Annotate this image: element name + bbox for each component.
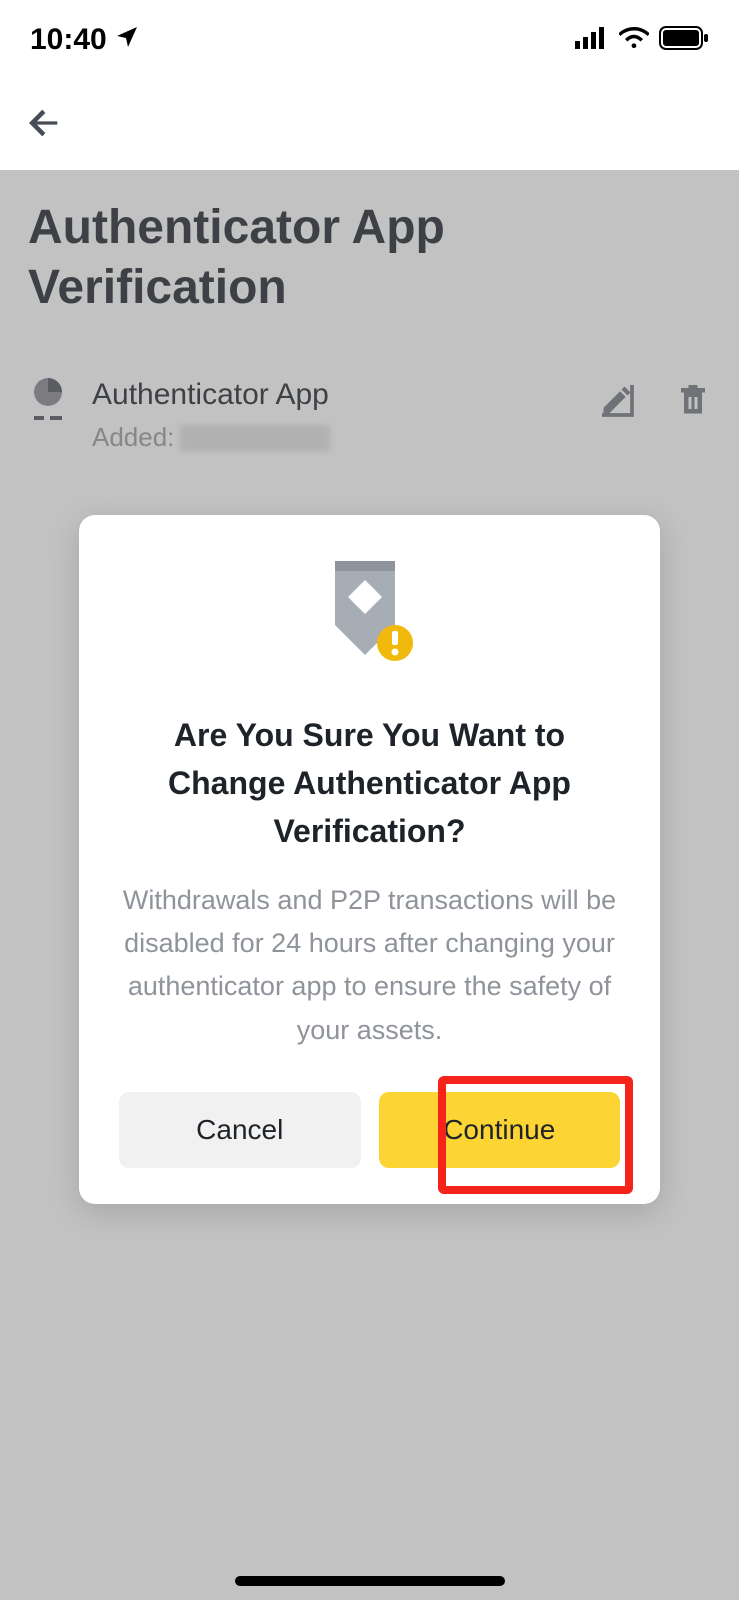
dialog-title: Are You Sure You Want to Change Authenti… (119, 711, 620, 855)
status-time: 10:40 (30, 23, 107, 57)
cancel-button[interactable]: Cancel (119, 1092, 361, 1168)
status-left: 10:40 (30, 23, 139, 57)
wifi-icon (619, 27, 649, 54)
shield-warning-icon (119, 555, 620, 675)
nav-bar (0, 80, 739, 170)
back-button[interactable] (24, 103, 64, 148)
home-indicator (235, 1576, 505, 1586)
status-bar: 10:40 (0, 0, 739, 80)
cellular-icon (575, 27, 609, 54)
battery-icon (659, 26, 709, 55)
confirm-dialog: Are You Sure You Want to Change Authenti… (79, 515, 660, 1204)
status-right (575, 26, 709, 55)
continue-button[interactable]: Continue (379, 1092, 621, 1168)
location-icon (115, 23, 139, 57)
dialog-buttons: Cancel Continue (119, 1092, 620, 1168)
dialog-body: Withdrawals and P2P transactions will be… (119, 879, 620, 1052)
